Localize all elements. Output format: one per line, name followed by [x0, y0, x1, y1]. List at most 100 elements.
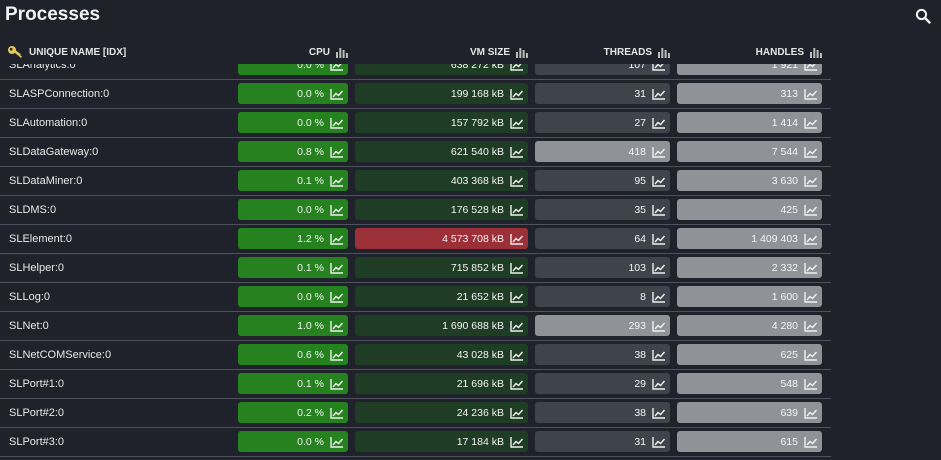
trend-chart-icon[interactable]	[330, 88, 344, 100]
trend-chart-icon[interactable]	[804, 262, 818, 274]
trend-chart-icon[interactable]	[330, 64, 344, 71]
table-row[interactable]: SLAutomation:0 0.0 % 157 792 kB 27 1 414	[0, 109, 941, 138]
table-row[interactable]: SLHelper:0 0.1 % 715 852 kB 103 2 332	[0, 254, 941, 283]
trend-chart-icon[interactable]	[652, 204, 666, 216]
trend-chart-icon[interactable]	[652, 233, 666, 245]
threads-value: 27	[634, 116, 646, 129]
trend-chart-icon[interactable]	[652, 64, 666, 71]
trend-chart-icon[interactable]	[804, 436, 818, 448]
column-header-vm-size[interactable]: VM SIZE	[355, 40, 528, 64]
threads-value: 95	[634, 174, 646, 187]
table-row[interactable]: SLDataGateway:0 0.8 % 621 540 kB 418 7 544	[0, 138, 941, 167]
trend-chart-icon[interactable]	[510, 436, 524, 448]
trend-chart-icon[interactable]	[510, 117, 524, 129]
trend-chart-icon[interactable]	[804, 291, 818, 303]
column-header-name[interactable]: UNIQUE NAME [IDX]	[7, 40, 126, 64]
trend-chart-icon[interactable]	[804, 378, 818, 390]
vm-size-cell: 403 368 kB	[355, 170, 528, 191]
trend-chart-icon[interactable]	[804, 88, 818, 100]
vm-size-cell: 43 028 kB	[355, 344, 528, 365]
table-row[interactable]: SLDataMiner:0 0.1 % 403 368 kB 95 3 630	[0, 167, 941, 196]
trend-chart-icon[interactable]	[510, 407, 524, 419]
search-icon[interactable]	[915, 8, 931, 24]
handles-cell: 425	[677, 199, 822, 220]
trend-chart-icon[interactable]	[804, 175, 818, 187]
column-header-threads[interactable]: THREADS	[535, 40, 670, 64]
table-row[interactable]: SLLog:0 0.0 % 21 652 kB 8 1 600	[0, 283, 941, 312]
trend-chart-icon[interactable]	[510, 88, 524, 100]
process-name: SLAnalytics:0	[9, 64, 76, 71]
trend-chart-icon[interactable]	[510, 204, 524, 216]
trend-chart-icon[interactable]	[510, 378, 524, 390]
table-row[interactable]: SLPort#3:0 0.0 % 17 184 kB 31 615	[0, 428, 941, 457]
trend-chart-icon[interactable]	[330, 407, 344, 419]
trend-chart-icon[interactable]	[652, 117, 666, 129]
handles-value: 1 921	[771, 64, 798, 71]
process-table-body[interactable]: SLAnalytics:0 0.0 % 638 272 kB 107 1 921 SLAS…	[0, 64, 941, 460]
handles-cell: 1 414	[677, 112, 822, 133]
table-row[interactable]: SLDMS:0 0.0 % 176 528 kB 35 425	[0, 196, 941, 225]
threads-value: 107	[628, 64, 646, 71]
vm-size-cell: 621 540 kB	[355, 141, 528, 162]
cpu-cell: 0.1 %	[238, 373, 348, 394]
trend-chart-icon[interactable]	[510, 291, 524, 303]
trend-chart-icon[interactable]	[330, 204, 344, 216]
trend-chart-icon[interactable]	[652, 320, 666, 332]
trend-chart-icon[interactable]	[330, 436, 344, 448]
trend-chart-icon[interactable]	[652, 349, 666, 361]
trend-chart-icon[interactable]	[330, 175, 344, 187]
trend-chart-icon[interactable]	[804, 349, 818, 361]
trend-chart-icon[interactable]	[804, 233, 818, 245]
trend-chart-icon[interactable]	[652, 436, 666, 448]
process-rows: SLAnalytics:0 0.0 % 638 272 kB 107 1 921 SLAS…	[0, 64, 941, 457]
table-row[interactable]: SLASPConnection:0 0.0 % 199 168 kB 31 313	[0, 80, 941, 109]
trend-chart-icon[interactable]	[510, 349, 524, 361]
trend-chart-icon[interactable]	[804, 407, 818, 419]
trend-chart-icon[interactable]	[330, 233, 344, 245]
trend-chart-icon[interactable]	[330, 262, 344, 274]
bar-chart-icon[interactable]	[336, 47, 348, 58]
column-header-vm-label: VM SIZE	[469, 46, 510, 58]
table-row[interactable]: SLAnalytics:0 0.0 % 638 272 kB 107 1 921	[0, 64, 941, 80]
trend-chart-icon[interactable]	[652, 146, 666, 158]
trend-chart-icon[interactable]	[330, 291, 344, 303]
bar-chart-icon[interactable]	[658, 47, 670, 58]
bar-chart-icon[interactable]	[810, 47, 822, 58]
column-header-handles[interactable]: HANDLES	[677, 40, 822, 64]
trend-chart-icon[interactable]	[330, 378, 344, 390]
trend-chart-icon[interactable]	[652, 291, 666, 303]
trend-chart-icon[interactable]	[804, 117, 818, 129]
column-header-cpu[interactable]: CPU	[238, 40, 348, 64]
trend-chart-icon[interactable]	[652, 262, 666, 274]
cpu-cell: 0.0 %	[238, 83, 348, 104]
trend-chart-icon[interactable]	[652, 378, 666, 390]
trend-chart-icon[interactable]	[510, 262, 524, 274]
trend-chart-icon[interactable]	[510, 146, 524, 158]
trend-chart-icon[interactable]	[510, 320, 524, 332]
trend-chart-icon[interactable]	[804, 146, 818, 158]
bar-chart-icon[interactable]	[516, 47, 528, 58]
trend-chart-icon[interactable]	[652, 407, 666, 419]
table-row[interactable]: SLPort#2:0 0.2 % 24 236 kB 38 639	[0, 399, 941, 428]
vm-size-value: 21 652 kB	[456, 290, 504, 303]
trend-chart-icon[interactable]	[804, 320, 818, 332]
threads-cell: 38	[535, 402, 670, 423]
table-row[interactable]: SLPort#1:0 0.1 % 21 696 kB 29 548	[0, 370, 941, 399]
table-row[interactable]: SLElement:0 1.2 % 4 573 708 kB 64 1 409 403	[0, 225, 941, 254]
table-row[interactable]: SLNet:0 1.0 % 1 690 688 kB 293 4 280	[0, 312, 941, 341]
trend-chart-icon[interactable]	[510, 64, 524, 71]
vm-size-cell: 17 184 kB	[355, 431, 528, 452]
trend-chart-icon[interactable]	[652, 175, 666, 187]
trend-chart-icon[interactable]	[330, 320, 344, 332]
trend-chart-icon[interactable]	[652, 88, 666, 100]
table-row[interactable]: SLNetCOMService:0 0.6 % 43 028 kB 38 625	[0, 341, 941, 370]
handles-cell: 3 630	[677, 170, 822, 191]
trend-chart-icon[interactable]	[330, 146, 344, 158]
trend-chart-icon[interactable]	[330, 117, 344, 129]
trend-chart-icon[interactable]	[330, 349, 344, 361]
trend-chart-icon[interactable]	[510, 175, 524, 187]
trend-chart-icon[interactable]	[804, 64, 818, 71]
column-header-cpu-label: CPU	[308, 46, 330, 58]
trend-chart-icon[interactable]	[804, 204, 818, 216]
trend-chart-icon[interactable]	[510, 233, 524, 245]
